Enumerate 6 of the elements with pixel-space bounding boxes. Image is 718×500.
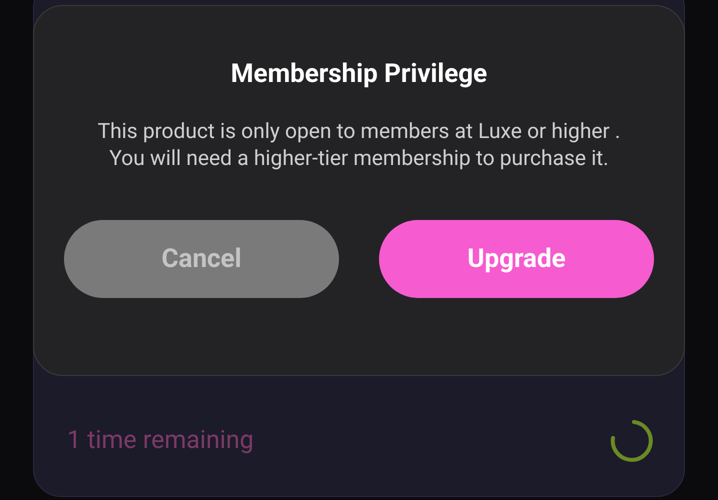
loading-spinner-icon xyxy=(608,418,654,464)
cancel-button[interactable]: Cancel xyxy=(64,220,339,298)
dialog-title: Membership Privilege xyxy=(230,58,488,90)
remaining-count: 1 time remaining xyxy=(67,425,254,458)
dialog-message: This product is only open to members at Luxe or higher . You will need a higher-tier membership to purchase it. xyxy=(96,119,622,173)
upgrade-button[interactable]: Upgrade xyxy=(379,220,654,298)
